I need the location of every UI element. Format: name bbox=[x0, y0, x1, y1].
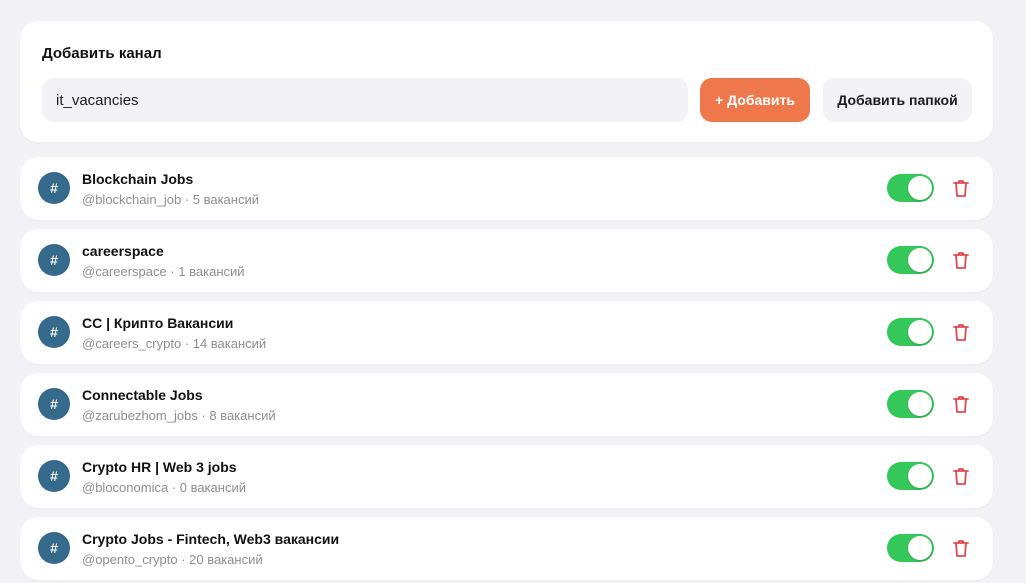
channel-avatar-hash-icon: # bbox=[38, 388, 70, 420]
add-channel-card: Добавить канал + Добавить Добавить папко… bbox=[20, 21, 993, 142]
channel-meta: @careers_crypto · 14 вакансий bbox=[82, 336, 267, 351]
channel-name: Crypto Jobs - Fintech, Web3 вакансии bbox=[82, 531, 340, 547]
channel-enabled-toggle[interactable] bbox=[887, 318, 934, 346]
channel-row: # Connectable Jobs @zarubezhom_jobs · 8 … bbox=[20, 373, 993, 436]
channel-name: CC | Крипто Вакансии bbox=[82, 315, 234, 331]
channel-name: Connectable Jobs bbox=[82, 387, 203, 403]
channel-name: Crypto HR | Web 3 jobs bbox=[82, 459, 237, 475]
channel-avatar-hash-icon: # bbox=[38, 244, 70, 276]
toggle-knob bbox=[908, 248, 932, 272]
channel-name: Blockchain Jobs bbox=[82, 171, 194, 187]
channel-input[interactable] bbox=[42, 78, 688, 122]
add-channel-row: + Добавить Добавить папкой bbox=[42, 78, 972, 122]
channel-enabled-toggle[interactable] bbox=[887, 246, 934, 274]
trash-icon[interactable] bbox=[952, 250, 970, 270]
channel-row: # Blockchain Jobs @blockchain_job · 5 ва… bbox=[20, 157, 993, 220]
trash-icon[interactable] bbox=[952, 394, 970, 414]
channel-avatar-hash-icon: # bbox=[38, 316, 70, 348]
channel-avatar-hash-icon: # bbox=[38, 532, 70, 564]
channel-meta: @careerspace · 1 вакансий bbox=[82, 264, 245, 279]
channel-meta: @opento_crypto · 20 вакансий bbox=[82, 552, 263, 567]
trash-icon[interactable] bbox=[952, 322, 970, 342]
toggle-knob bbox=[908, 176, 932, 200]
toggle-knob bbox=[908, 536, 932, 560]
channel-avatar-hash-icon: # bbox=[38, 460, 70, 492]
toggle-knob bbox=[908, 464, 932, 488]
channel-enabled-toggle[interactable] bbox=[887, 390, 934, 418]
trash-icon[interactable] bbox=[952, 178, 970, 198]
channel-meta: @zarubezhom_jobs · 8 вакансий bbox=[82, 408, 276, 423]
channel-enabled-toggle[interactable] bbox=[887, 174, 934, 202]
trash-icon[interactable] bbox=[952, 538, 970, 558]
channel-row: # careerspace @careerspace · 1 вакансий bbox=[20, 229, 993, 292]
channel-name: careerspace bbox=[82, 243, 164, 259]
add-channel-title: Добавить канал bbox=[42, 45, 162, 62]
add-button[interactable]: + Добавить bbox=[700, 78, 810, 122]
toggle-knob bbox=[908, 320, 932, 344]
trash-icon[interactable] bbox=[952, 466, 970, 486]
channel-enabled-toggle[interactable] bbox=[887, 534, 934, 562]
channel-row: # Crypto HR | Web 3 jobs @bloconomica · … bbox=[20, 445, 993, 508]
add-folder-button[interactable]: Добавить папкой bbox=[823, 78, 972, 122]
channel-meta: @blockchain_job · 5 вакансий bbox=[82, 192, 259, 207]
channel-row: # CC | Крипто Вакансии @careers_crypto ·… bbox=[20, 301, 993, 364]
channel-avatar-hash-icon: # bbox=[38, 172, 70, 204]
channel-enabled-toggle[interactable] bbox=[887, 462, 934, 490]
channel-row: # Crypto Jobs - Fintech, Web3 вакансии @… bbox=[20, 517, 993, 580]
toggle-knob bbox=[908, 392, 932, 416]
channel-meta: @bloconomica · 0 вакансий bbox=[82, 480, 246, 495]
